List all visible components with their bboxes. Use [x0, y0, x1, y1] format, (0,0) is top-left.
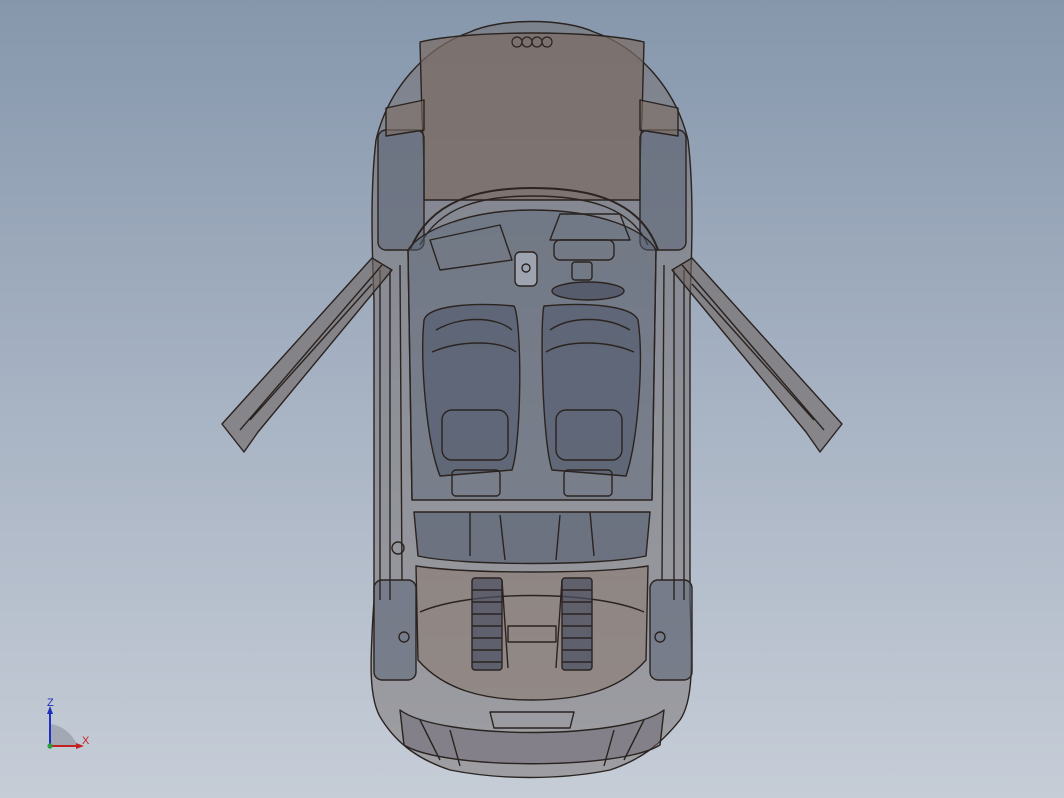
front-hood — [415, 565, 649, 701]
wheel-rear-right — [639, 129, 687, 251]
dashboard — [413, 511, 651, 565]
axis-z-label: Z — [47, 697, 54, 709]
door-right — [671, 257, 843, 453]
hood-vent-left — [471, 577, 503, 671]
graphics-viewport[interactable]: Z X — [0, 0, 1064, 798]
car-model[interactable] — [0, 0, 1064, 798]
seat-left — [422, 303, 521, 497]
hood-vent-right — [561, 577, 593, 671]
triad-xz-plane — [50, 724, 78, 746]
origin-icon — [47, 743, 53, 749]
axis-x-label: X — [82, 735, 90, 747]
coordinate-triad: Z X — [38, 696, 98, 756]
seat-right — [541, 303, 642, 497]
wheel-front-right — [649, 579, 693, 681]
wheel-rear-left — [377, 129, 425, 251]
door-left — [221, 257, 393, 453]
rear-deck-panel — [419, 32, 645, 201]
